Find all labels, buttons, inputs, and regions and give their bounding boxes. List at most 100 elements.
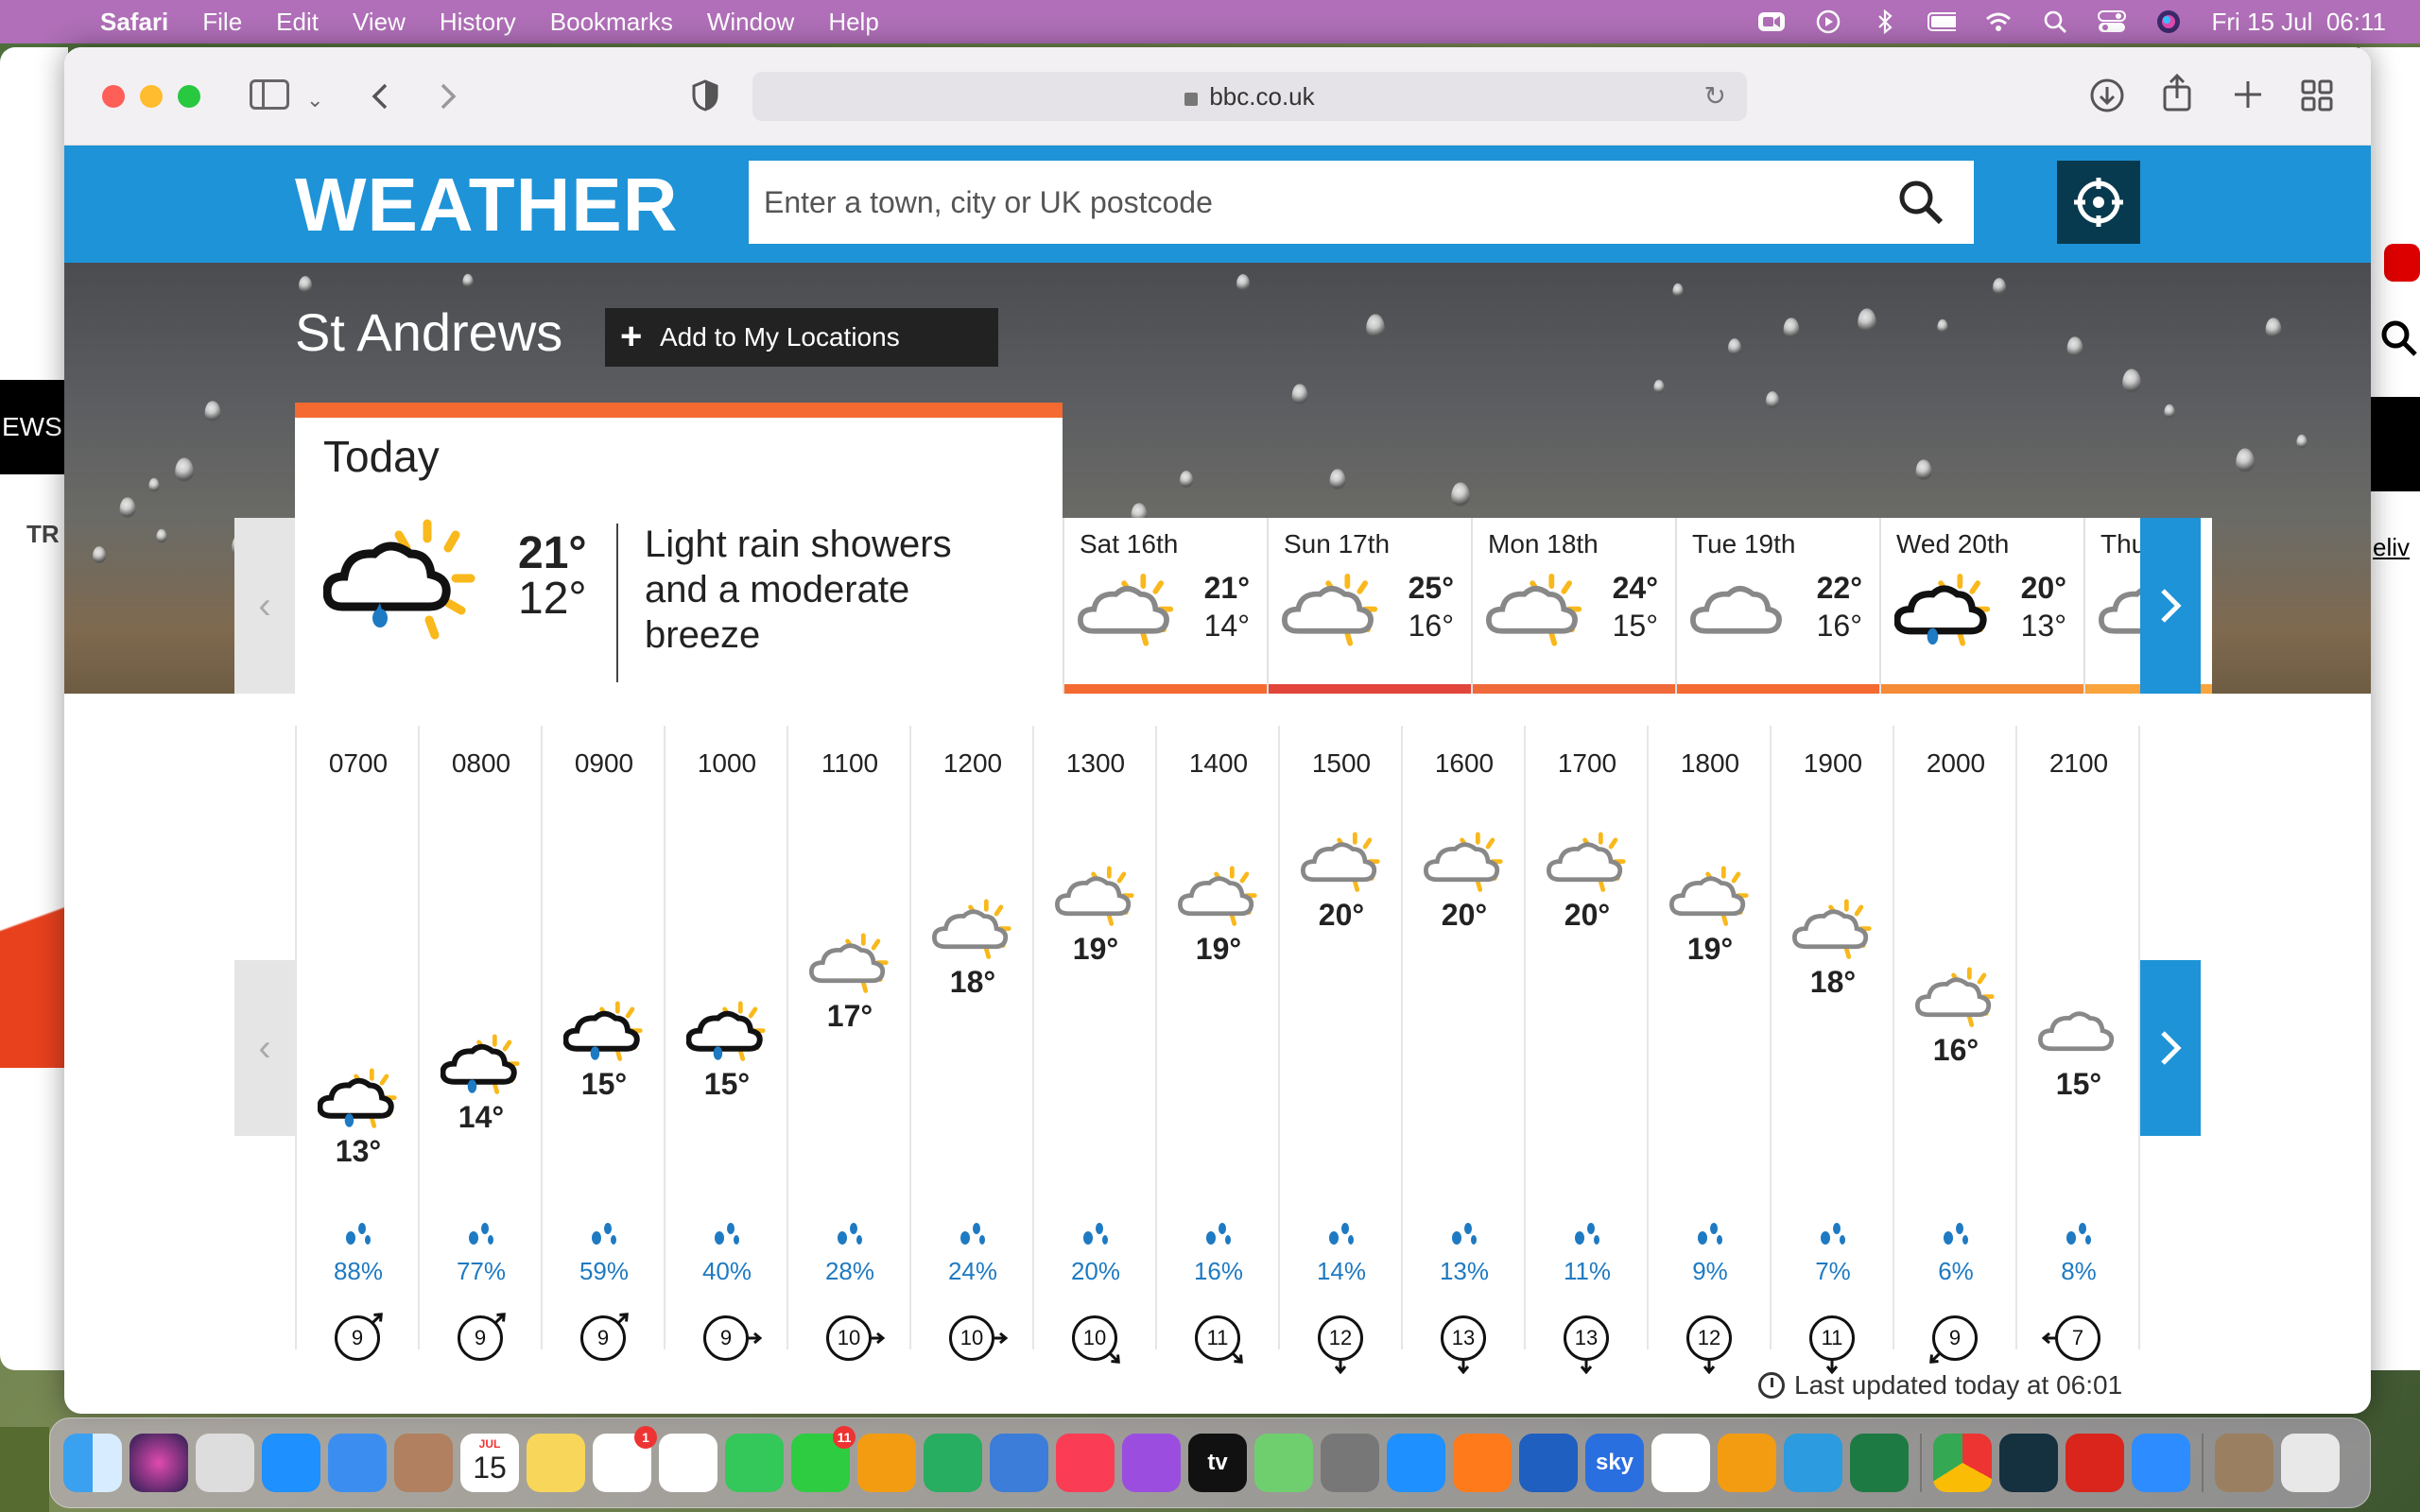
maps-icon[interactable] [1254, 1434, 1313, 1492]
system-preferences-icon[interactable] [1321, 1434, 1379, 1492]
excel-icon[interactable] [1850, 1434, 1909, 1492]
search-button[interactable] [1868, 161, 1974, 244]
keynote-icon[interactable] [990, 1434, 1048, 1492]
wifi-icon[interactable] [1984, 9, 2013, 34]
app-store-icon[interactable] [1387, 1434, 1445, 1492]
forecast-day[interactable]: Tue 19th 22° 16° [1675, 518, 1879, 694]
hour-column[interactable]: 1200 18° 24% 10 [909, 726, 1032, 1361]
hour-column[interactable]: 0800 14° 77% 9 [418, 726, 541, 1361]
siri-icon[interactable] [2154, 9, 2183, 34]
spotlight-icon[interactable] [2041, 9, 2069, 34]
zoom-icon[interactable] [2132, 1434, 2190, 1492]
tv-icon[interactable]: tv [1188, 1434, 1247, 1492]
trash-icon[interactable] [2281, 1434, 2340, 1492]
hour-column[interactable]: 1300 19° 20% 10 [1032, 726, 1155, 1365]
days-previous-button[interactable]: ‹ [234, 518, 295, 694]
mail-icon[interactable] [328, 1434, 387, 1492]
raindrop [175, 457, 194, 482]
acrobat-icon[interactable] [2066, 1434, 2124, 1492]
today-summary-card[interactable]: Today 21° 12° Light rain showers and a m… [295, 403, 1063, 694]
books-icon[interactable] [1718, 1434, 1776, 1492]
forecast-day[interactable]: Sun 17th 25° 16° [1267, 518, 1471, 694]
battery-icon[interactable] [1927, 9, 1957, 34]
contacts-icon[interactable] [394, 1434, 453, 1492]
privacy-shield-icon[interactable] [692, 79, 718, 116]
menu-view[interactable]: View [353, 8, 406, 37]
address-bar[interactable]: bbc.co.uk ↻ [752, 72, 1747, 121]
hours-previous-button[interactable]: ‹ [234, 960, 295, 1136]
hour-column[interactable]: 0700 13° 88% 9 [295, 726, 418, 1361]
notes-icon[interactable] [527, 1434, 585, 1492]
hours-next-button[interactable] [2140, 960, 2201, 1136]
hour-column[interactable]: 2000 16° 6% 9 [1893, 726, 2015, 1365]
launchpad-icon[interactable] [196, 1434, 254, 1492]
share-icon[interactable] [2161, 73, 2193, 116]
menu-bookmarks[interactable]: Bookmarks [550, 8, 673, 37]
forward-button[interactable] [433, 81, 461, 116]
minimize-window-button[interactable] [140, 85, 163, 108]
finder-icon[interactable] [63, 1434, 122, 1492]
siri-icon[interactable] [130, 1434, 188, 1492]
days-next-button[interactable] [2140, 518, 2201, 694]
menu-file[interactable]: File [202, 8, 242, 37]
downloads-icon[interactable] [2089, 77, 2125, 118]
add-to-my-locations-button[interactable]: + Add to My Locations [605, 308, 998, 367]
hour-column[interactable]: 0900 15° 59% 9 [541, 726, 664, 1361]
menu-help[interactable]: Help [828, 8, 878, 37]
forecast-day[interactable]: Wed 20th 20° 13° [1879, 518, 2083, 694]
calendar-icon[interactable]: JUL 15 [460, 1434, 519, 1492]
forecast-day[interactable]: Sat 16th 21° 14° [1063, 518, 1267, 694]
sidebar-toggle-icon[interactable] [250, 79, 289, 110]
news-icon[interactable] [1651, 1434, 1710, 1492]
hour-column[interactable]: 1600 20° 13% 13 [1401, 726, 1524, 1374]
hour-column[interactable]: 1800 19° 9% 12 [1647, 726, 1770, 1374]
chevron-down-icon[interactable]: ⌄ [306, 81, 323, 119]
facetime-icon[interactable]: 11 [791, 1426, 856, 1492]
today-label: Today [323, 432, 440, 481]
numbers-icon[interactable] [924, 1434, 982, 1492]
firefox-icon[interactable] [1453, 1434, 1512, 1492]
podcasts-icon[interactable] [1122, 1434, 1181, 1492]
new-tab-icon[interactable] [2233, 79, 2263, 114]
safari-icon[interactable] [262, 1434, 320, 1492]
music-icon[interactable] [1056, 1434, 1115, 1492]
tab-overview-icon[interactable] [2301, 79, 2333, 116]
hour-column[interactable]: 1500 20° 14% 12 [1278, 726, 1401, 1374]
menu-window[interactable]: Window [707, 8, 794, 37]
word-icon[interactable] [1519, 1434, 1578, 1492]
weather-logo[interactable]: WEATHER [295, 163, 678, 248]
messages-icon[interactable] [725, 1434, 784, 1492]
location-search-input[interactable] [749, 161, 1974, 244]
reminders-icon[interactable]: 1 [593, 1426, 657, 1492]
reload-icon[interactable]: ↻ [1704, 72, 1726, 121]
menu-app-safari[interactable]: Safari [100, 8, 168, 37]
maximize-window-button[interactable] [178, 85, 200, 108]
hour-column[interactable]: 2100 15° 8% 7 [2015, 726, 2138, 1361]
menu-clock[interactable]: Fri 15 Jul 06:11 [2211, 8, 2386, 37]
raindrop [2122, 369, 2141, 393]
pages-icon[interactable] [857, 1434, 916, 1492]
sky-go-icon[interactable]: sky [1585, 1434, 1644, 1492]
sketch-icon[interactable] [1999, 1434, 2058, 1492]
xcode-icon[interactable] [1784, 1434, 1842, 1492]
hour-column[interactable]: 1900 18° 7% 11 [1770, 726, 1893, 1374]
chrome-icon[interactable] [1933, 1434, 1992, 1492]
hour-temp: 14° [458, 1100, 505, 1135]
menu-edit[interactable]: Edit [276, 8, 319, 37]
search-icon [1899, 180, 1944, 225]
zoom-status-icon[interactable] [1757, 9, 1786, 34]
hour-column[interactable]: 1400 19° 16% 11 [1155, 726, 1278, 1365]
hour-column[interactable]: 1100 17° 28% 10 [786, 726, 909, 1361]
bluetooth-icon[interactable] [1871, 9, 1899, 34]
control-center-icon[interactable] [2098, 9, 2127, 34]
preview-icon[interactable] [2215, 1434, 2273, 1492]
menu-history[interactable]: History [440, 8, 516, 37]
hour-column[interactable]: 1000 15° 40% 9 [664, 726, 786, 1361]
back-button[interactable] [367, 81, 395, 116]
photos-icon[interactable] [659, 1434, 717, 1492]
hour-column[interactable]: 1700 20° 11% 13 [1524, 726, 1647, 1374]
play-status-icon[interactable] [1814, 9, 1842, 34]
locate-me-button[interactable] [2057, 161, 2140, 244]
close-window-button[interactable] [102, 85, 125, 108]
forecast-day[interactable]: Mon 18th 24° 15° [1471, 518, 1675, 694]
